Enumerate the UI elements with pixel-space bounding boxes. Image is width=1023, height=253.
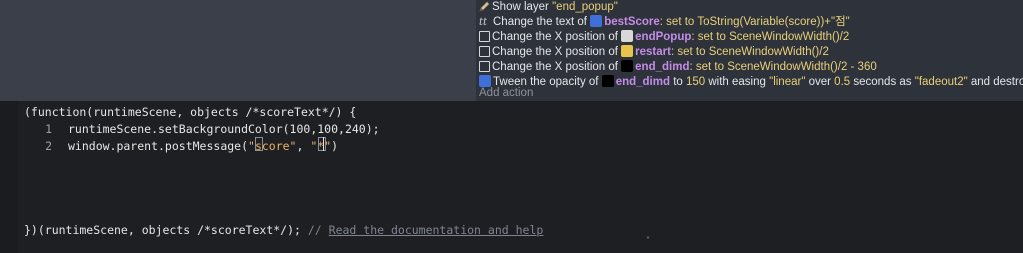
code-token: runtimeScene.setBackgroundColor(100,100,… xyxy=(68,122,380,136)
actions-panel: Show layer "end_popup"tt Change the text … xyxy=(476,0,1023,101)
action-text-part: SceneWindowWidth()/2 xyxy=(729,31,850,43)
action-text-part: "end_popup" xyxy=(552,1,618,13)
bracket-highlight-close xyxy=(318,137,326,151)
action-text-part: seconds as xyxy=(850,76,915,88)
bracket-highlight-open xyxy=(255,137,263,151)
action-text-part: : set to xyxy=(659,16,698,28)
action-row[interactable]: Tween the opacity of end_dimd to 150 wit… xyxy=(479,75,1023,90)
action-text-part: 150 xyxy=(685,76,706,88)
code-token: window.parent.postMessage( xyxy=(68,139,249,153)
action-text-part: "fadeout2" xyxy=(914,76,968,88)
events-conditions-panel[interactable] xyxy=(0,0,476,101)
action-text-part: restart xyxy=(635,46,671,58)
action-text-part: : set to xyxy=(689,61,728,73)
code-footer: })(runtimeScene, objects /*scoreText*/);… xyxy=(24,222,543,238)
editor-gutter-strip xyxy=(0,101,19,253)
tween-icon xyxy=(479,75,491,87)
object-thumbnail-icon xyxy=(621,30,634,42)
action-text-part: Change the X position of xyxy=(492,46,622,58)
action-row[interactable]: Change the X position of restart: set to… xyxy=(479,45,829,60)
checkbox-icon xyxy=(479,31,490,42)
code-line[interactable]: runtimeScene.setBackgroundColor(100,100,… xyxy=(68,121,380,137)
code-token: , xyxy=(296,139,311,153)
action-row[interactable]: Change the X position of endPopup: set t… xyxy=(479,30,849,45)
object-thumbnail-icon xyxy=(621,60,634,72)
text-icon: tt xyxy=(479,17,488,28)
line-number: 2 xyxy=(45,139,52,153)
action-text-part: "linear" xyxy=(769,76,806,88)
action-text-part: Show layer xyxy=(492,1,553,13)
scroll-down-indicator[interactable]: ˅ xyxy=(646,236,650,245)
action-text-part: Change the text of xyxy=(493,16,591,28)
action-text-part: bestScore xyxy=(604,16,660,28)
action-text-part: endPopup xyxy=(635,31,692,43)
action-text-part: Change the X position of xyxy=(492,31,622,43)
action-text-part: and destroy: xyxy=(970,76,1023,88)
code-header: (function(runtimeScene, objects /*scoreT… xyxy=(24,105,357,119)
documentation-link[interactable]: Read the documentation and help xyxy=(329,223,544,237)
action-text-part: to xyxy=(670,76,686,88)
action-text-part: end_dimd xyxy=(635,61,690,73)
action-row[interactable]: Change the X position of end_dimd: set t… xyxy=(479,60,877,75)
action-text-part: ToString(Variable(score))+"점" xyxy=(697,16,850,28)
action-text-part: SceneWindowWidth()/2 xyxy=(708,46,829,58)
code-editor[interactable]: (function(runtimeScene, objects /*scoreT… xyxy=(18,101,1023,253)
object-thumbnail-icon xyxy=(601,75,614,87)
line-number: 1 xyxy=(45,122,52,136)
action-text-part: with easing xyxy=(705,76,770,88)
action-text-part: 0.5 xyxy=(834,76,851,88)
checkbox-icon xyxy=(479,61,490,72)
object-thumbnail-icon xyxy=(621,45,634,57)
add-action-button[interactable]: Add action xyxy=(479,87,533,99)
action-text-part: over xyxy=(805,76,835,88)
action-row[interactable]: Show layer "end_popup" xyxy=(479,0,618,15)
action-text-part: SceneWindowWidth()/2 - 360 xyxy=(727,61,877,73)
code-footer-comment: // xyxy=(307,223,329,237)
action-text-part: : set to xyxy=(691,31,730,43)
action-text-part: end_dimd xyxy=(615,76,670,88)
events-sheet: Show layer "end_popup"tt Change the text … xyxy=(0,0,1023,101)
code-token: ) xyxy=(331,139,339,153)
pencil-icon xyxy=(479,1,492,13)
action-text-part: : set to xyxy=(670,46,709,58)
object-thumbnail-icon xyxy=(590,15,603,27)
checkbox-icon xyxy=(479,46,490,57)
action-text-part: Change the X position of xyxy=(492,61,622,73)
text-cursor xyxy=(323,137,324,151)
code-line[interactable]: window.parent.postMessage("score", "*") xyxy=(68,138,338,154)
action-row[interactable]: tt Change the text of bestScore: set to T… xyxy=(479,15,850,30)
code-footer-text: })(runtimeScene, objects /*scoreText*/); xyxy=(24,223,308,237)
